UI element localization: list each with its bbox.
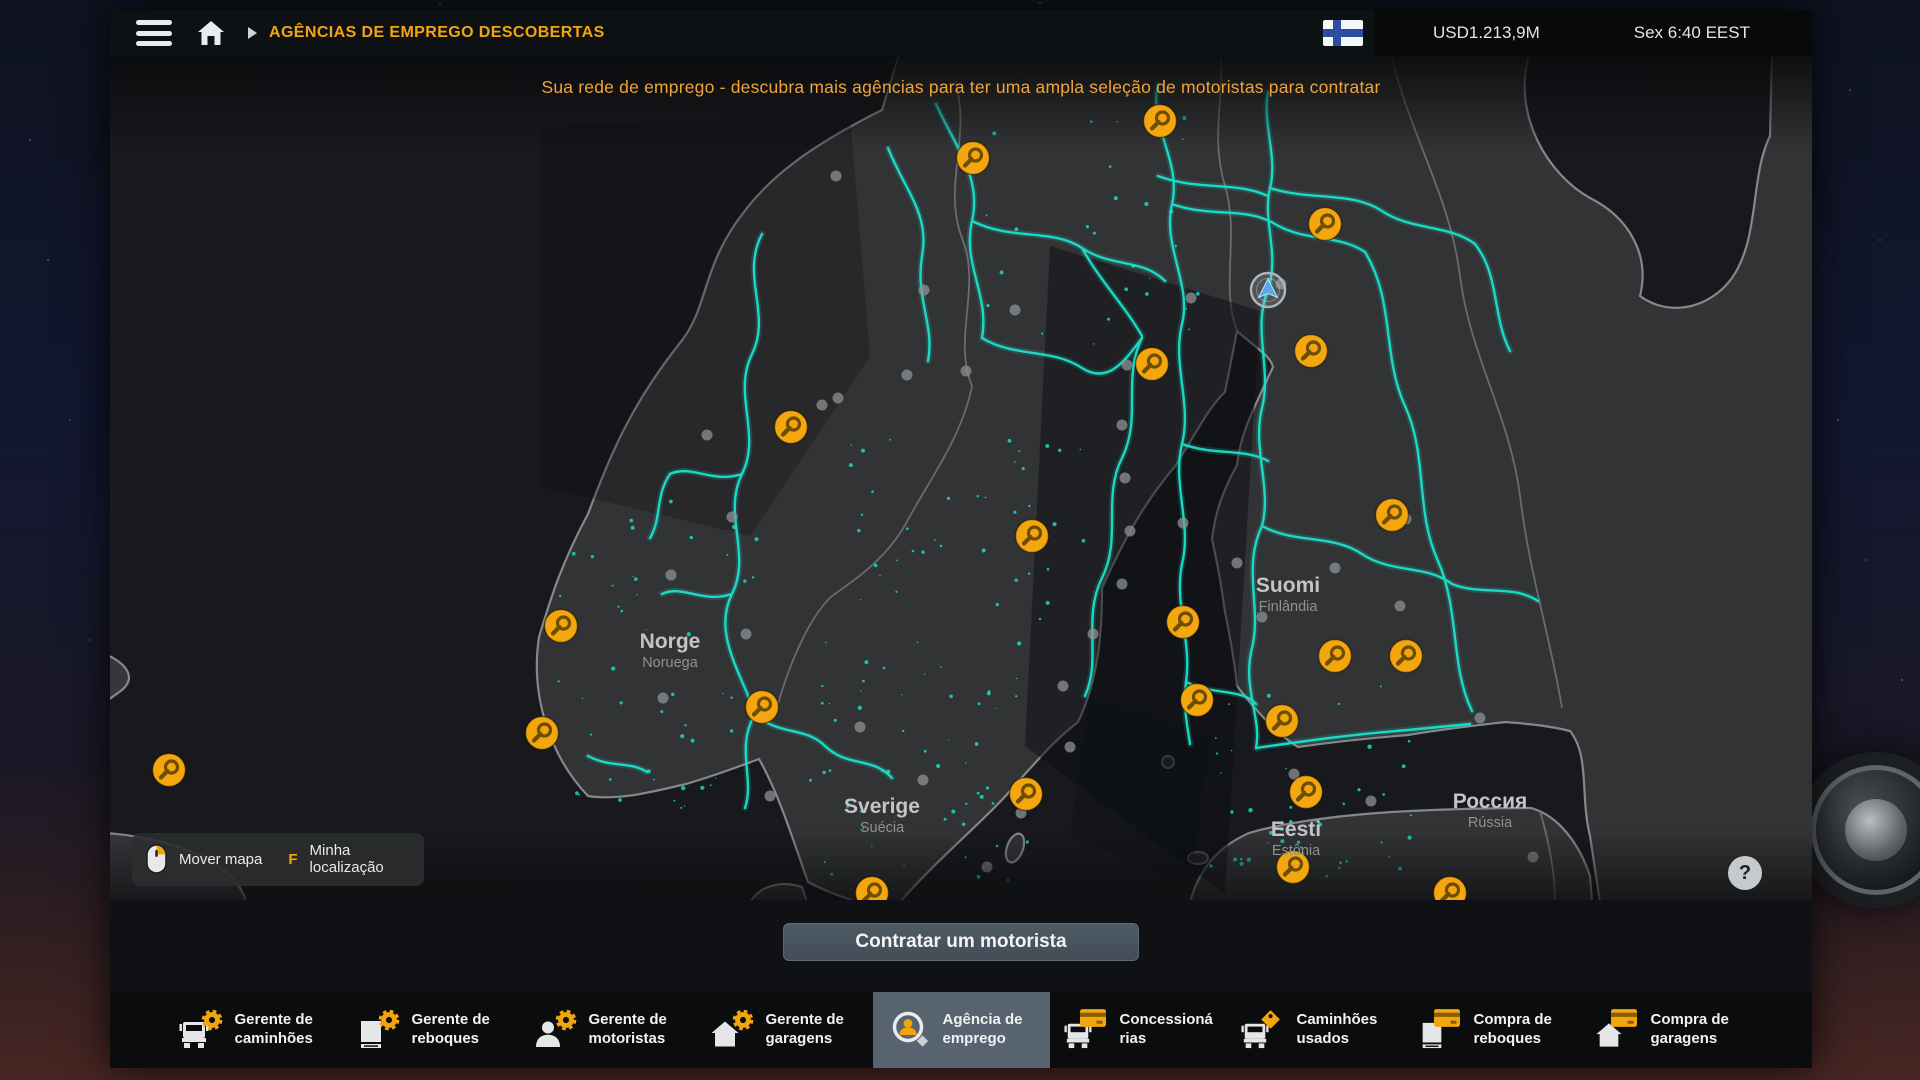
agency-marker[interactable]: [1181, 684, 1214, 717]
country-name: Suomi: [1256, 574, 1320, 597]
agency-marker[interactable]: [1016, 520, 1049, 553]
map-top-fade: [110, 56, 1812, 151]
country-name: Norge: [640, 630, 701, 653]
used-trucks-icon: [1241, 1007, 1287, 1053]
agency-marker[interactable]: [775, 411, 808, 444]
move-map-label: Mover mapa: [179, 851, 262, 868]
agency-marker[interactable]: [1266, 705, 1299, 738]
agency-marker[interactable]: [1295, 335, 1328, 368]
money-balance: USD1.213,9M: [1433, 23, 1540, 43]
agency-marker[interactable]: [1136, 348, 1169, 381]
menu-icon[interactable]: [136, 20, 172, 46]
tab-trailer-manager[interactable]: Gerente dereboques: [342, 992, 519, 1068]
country-name: Россия: [1453, 790, 1528, 813]
tab-truck-manager[interactable]: Gerente decaminhões: [165, 992, 342, 1068]
country-subname: Suécia: [860, 820, 905, 836]
tab-job-agency[interactable]: Agência deemprego: [873, 992, 1050, 1068]
status-block: USD1.213,9M Sex 6:40 EEST: [1375, 10, 1812, 56]
tab-used-trucks[interactable]: Caminhõesusados: [1227, 992, 1404, 1068]
garage-manager-icon: [710, 1007, 756, 1053]
country-subname: Finlândia: [1259, 599, 1319, 615]
agency-marker[interactable]: [1309, 208, 1342, 241]
country-subname: Noruega: [642, 655, 699, 671]
country-name: Sverige: [844, 795, 920, 818]
truck-manager-icon: [179, 1007, 225, 1053]
action-bar: Contratar um motorista: [110, 900, 1812, 992]
agency-marker[interactable]: [957, 142, 990, 175]
map-controls-hint: Mover mapa F Minha localização: [132, 833, 424, 886]
tab-garage-purchase[interactable]: Compra degaragens: [1581, 992, 1758, 1068]
agency-marker[interactable]: [746, 691, 779, 724]
game-ui-window: AGÊNCIAS DE EMPREGO DESCOBERTAS USD1.213…: [110, 10, 1812, 1068]
country-subname: Estônia: [1272, 843, 1321, 859]
tab-trailer-purchase[interactable]: Compra dereboques: [1404, 992, 1581, 1068]
garage-purchase-icon: [1595, 1007, 1641, 1053]
trailer-manager-icon: [356, 1007, 402, 1053]
trailer-purchase-icon: [1418, 1007, 1464, 1053]
my-location-label: Minha localização: [310, 842, 406, 877]
tab-driver-manager[interactable]: Gerente demotoristas: [519, 992, 696, 1068]
game-clock: Sex 6:40 EEST: [1634, 23, 1750, 43]
breadcrumb: AGÊNCIAS DE EMPREGO DESCOBERTAS: [269, 24, 605, 42]
top-bar: AGÊNCIAS DE EMPREGO DESCOBERTAS USD1.213…: [110, 10, 1812, 56]
tab-garage-manager[interactable]: Gerente degaragens: [696, 992, 873, 1068]
agency-marker[interactable]: [1144, 105, 1177, 138]
job-agency-icon: [887, 1007, 933, 1053]
mouse-icon: [146, 844, 167, 874]
agency-marker[interactable]: [545, 610, 578, 643]
finland-flag-icon: [1323, 20, 1363, 46]
agency-marker[interactable]: [1376, 499, 1409, 532]
tab-dealers[interactable]: Concessionárias: [1050, 992, 1227, 1068]
agency-map[interactable]: Norge Noruega Sverige Suécia Suomi Finlândia E…: [110, 56, 1812, 900]
hire-driver-button[interactable]: Contratar um motorista: [783, 923, 1139, 961]
agency-marker[interactable]: [1290, 776, 1323, 809]
agency-marker[interactable]: [1390, 640, 1423, 673]
breadcrumb-chevron-icon: [248, 27, 257, 39]
page-subtitle: Sua rede de emprego - descubra mais agên…: [110, 77, 1812, 98]
agency-marker[interactable]: [526, 717, 559, 750]
home-icon[interactable]: [196, 19, 226, 47]
driver-manager-icon: [533, 1007, 579, 1053]
player-location-marker[interactable]: [1251, 273, 1285, 307]
help-button[interactable]: ?: [1728, 856, 1762, 890]
agency-marker[interactable]: [153, 754, 186, 787]
agency-marker[interactable]: [1167, 606, 1200, 639]
agency-marker[interactable]: [1319, 640, 1352, 673]
country-name: Eesti: [1271, 818, 1321, 841]
agency-marker[interactable]: [1010, 778, 1043, 811]
dealers-icon: [1064, 1007, 1110, 1053]
management-toolbar: Gerente decaminhões Gerente dereboques G…: [110, 992, 1812, 1068]
country-subname: Rússia: [1468, 815, 1513, 831]
key-hint-f: F: [288, 851, 297, 868]
